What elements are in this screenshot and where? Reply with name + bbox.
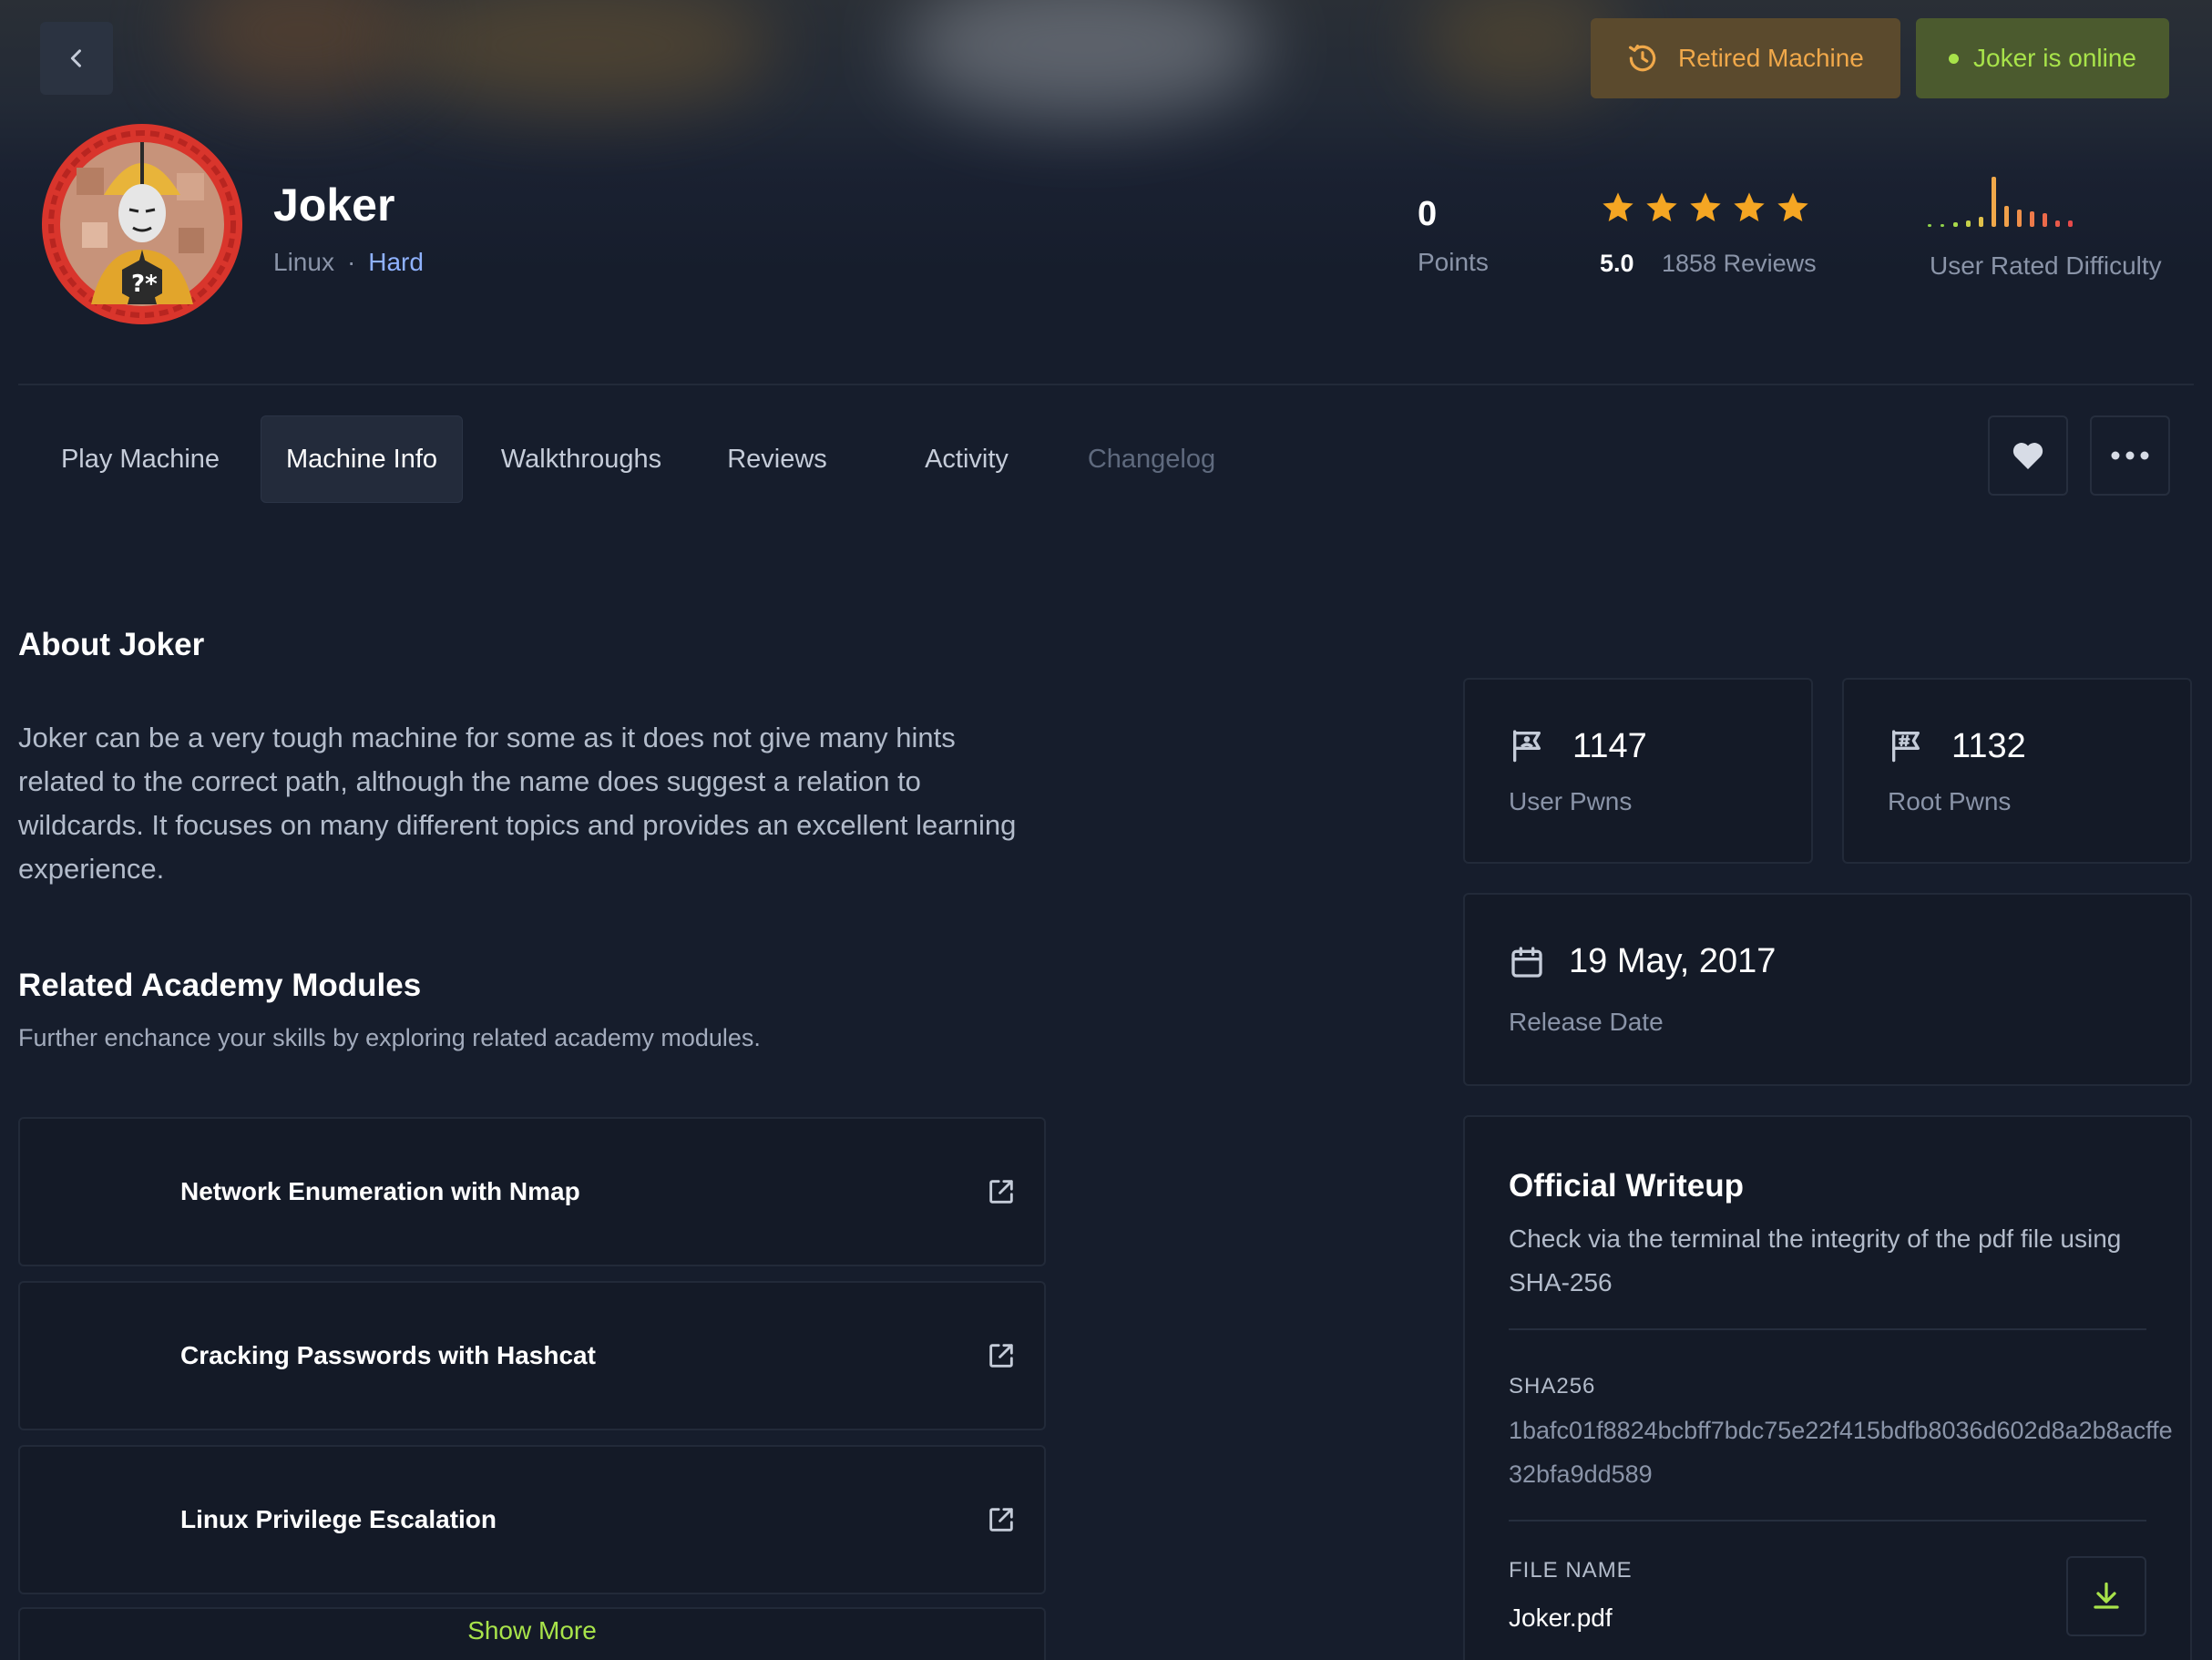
writeup-divider bbox=[1509, 1328, 2146, 1330]
user-flag-icon bbox=[1513, 730, 1541, 763]
machine-os: Linux bbox=[273, 248, 334, 276]
root-pwns-label: Root Pwns bbox=[1888, 787, 2012, 815]
external-link-icon[interactable] bbox=[986, 1504, 1017, 1535]
root-pwns-value: 1132 bbox=[1951, 727, 2026, 765]
machine-avatar: ?* bbox=[40, 122, 244, 326]
about-title: About Joker bbox=[18, 627, 205, 662]
machine-difficulty: Hard bbox=[368, 248, 424, 276]
machine-meta: Linux · Hard bbox=[273, 248, 424, 277]
difficulty-bar bbox=[1966, 220, 1971, 227]
tab-activity[interactable]: Activity bbox=[880, 415, 1053, 503]
favorite-button[interactable] bbox=[1988, 415, 2068, 496]
related-modules-subtitle: Further enchance your skills by explorin… bbox=[18, 1024, 761, 1051]
writeup-description: Check via the terminal the integrity of … bbox=[1509, 1225, 2122, 1296]
difficulty-bar bbox=[2017, 210, 2022, 227]
difficulty-label: User Rated Difficulty bbox=[1930, 251, 2162, 280]
about-description: Joker can be a very tough machine for so… bbox=[18, 722, 1017, 885]
writeup-title: Official Writeup bbox=[1509, 1168, 1744, 1204]
release-date-label: Release Date bbox=[1509, 1008, 1664, 1036]
user-pwns-card: 1147 User Pwns bbox=[1463, 678, 1813, 864]
svg-text:?*: ?* bbox=[131, 271, 158, 298]
heart-icon bbox=[2012, 443, 2043, 469]
banner-blur bbox=[182, 0, 419, 100]
star-icon bbox=[1646, 192, 1677, 221]
star-icon bbox=[1777, 192, 1808, 221]
download-icon bbox=[2094, 1582, 2119, 1609]
star-icon bbox=[1603, 192, 1633, 221]
rating-stars[interactable] bbox=[1600, 190, 1811, 226]
writeup-divider bbox=[1509, 1520, 2146, 1522]
banner-blur bbox=[902, 0, 1266, 118]
difficulty-bar bbox=[1928, 224, 1931, 227]
difficulty-bar bbox=[2055, 220, 2060, 227]
official-writeup-card: Official Writeup Check via the terminal … bbox=[1463, 1115, 2192, 1660]
difficulty-bar bbox=[1979, 217, 1983, 227]
difficulty-bar bbox=[2043, 213, 2047, 227]
academy-module-card[interactable]: Cracking Passwords with Hashcat bbox=[18, 1281, 1046, 1430]
difficulty-bar bbox=[1941, 224, 1944, 227]
external-link-icon[interactable] bbox=[986, 1340, 1017, 1371]
banner-blur bbox=[392, 0, 774, 109]
academy-module-card[interactable]: Network Enumeration with Nmap bbox=[18, 1117, 1046, 1266]
tab-machine-info[interactable]: Machine Info bbox=[261, 415, 463, 503]
academy-module-card[interactable]: Linux Privilege Escalation bbox=[18, 1445, 1046, 1594]
difficulty-bar bbox=[2068, 220, 2073, 227]
related-modules-title: Related Academy Modules bbox=[18, 968, 422, 1003]
meta-separator: · bbox=[346, 248, 356, 276]
release-date-value: 19 May, 2017 bbox=[1569, 942, 1777, 980]
difficulty-bar bbox=[2004, 206, 2009, 227]
tab-walkthroughs[interactable]: Walkthroughs bbox=[481, 415, 681, 503]
file-name-value: Joker.pdf bbox=[1509, 1604, 1613, 1632]
external-link-icon[interactable] bbox=[986, 1176, 1017, 1207]
tab-play-machine[interactable]: Play Machine bbox=[40, 415, 241, 503]
reviews-count: 1858 Reviews bbox=[1662, 250, 1817, 277]
sha-label: SHA256 bbox=[1509, 1374, 1596, 1399]
download-writeup-button[interactable] bbox=[2066, 1556, 2146, 1636]
header-divider bbox=[18, 384, 2194, 385]
machine-online-badge[interactable]: Joker is online bbox=[1916, 18, 2169, 98]
points-value: 0 bbox=[1418, 195, 1438, 233]
sha-value: 1bafc01f8824bcbff7bdc75e22f415bdfb8036d6… bbox=[1509, 1417, 2173, 1488]
difficulty-bar bbox=[1953, 222, 1958, 227]
root-flag-icon bbox=[1892, 730, 1920, 763]
difficulty-chart bbox=[1928, 177, 2073, 227]
difficulty-bar bbox=[1992, 177, 1996, 227]
user-pwns-label: User Pwns bbox=[1509, 787, 1633, 815]
chevron-left-icon bbox=[70, 49, 81, 67]
root-pwns-card: 1132 Root Pwns bbox=[1842, 678, 2192, 864]
ellipsis-icon bbox=[2111, 451, 2149, 460]
tab-reviews[interactable]: Reviews bbox=[700, 415, 855, 503]
online-label: Joker is online bbox=[1973, 44, 2136, 72]
machine-name: Joker bbox=[273, 179, 395, 231]
star-icon bbox=[1734, 192, 1765, 221]
file-name-label: FILE NAME bbox=[1509, 1558, 1633, 1583]
release-date-card: 19 May, 2017 Release Date bbox=[1463, 893, 2192, 1086]
more-options-button[interactable] bbox=[2090, 415, 2170, 496]
online-dot-icon bbox=[1949, 53, 1959, 64]
points-label: Points bbox=[1418, 248, 1489, 276]
difficulty-bar bbox=[2030, 211, 2034, 227]
tab-changelog[interactable]: Changelog bbox=[1060, 415, 1243, 503]
star-icon bbox=[1690, 192, 1721, 221]
retired-machine-badge[interactable]: Retired Machine bbox=[1591, 18, 1900, 98]
retired-label: Retired Machine bbox=[1678, 44, 1864, 72]
show-more-button[interactable]: Show More bbox=[18, 1616, 1046, 1645]
module-name: Linux Privilege Escalation bbox=[180, 1505, 497, 1533]
rating-value: 5.0 bbox=[1600, 250, 1634, 277]
back-button[interactable] bbox=[40, 22, 113, 95]
module-name: Cracking Passwords with Hashcat bbox=[180, 1341, 596, 1369]
user-pwns-value: 1147 bbox=[1572, 727, 1647, 765]
calendar-icon bbox=[1511, 947, 1542, 978]
module-name: Network Enumeration with Nmap bbox=[180, 1177, 580, 1205]
history-icon bbox=[1628, 44, 1656, 72]
